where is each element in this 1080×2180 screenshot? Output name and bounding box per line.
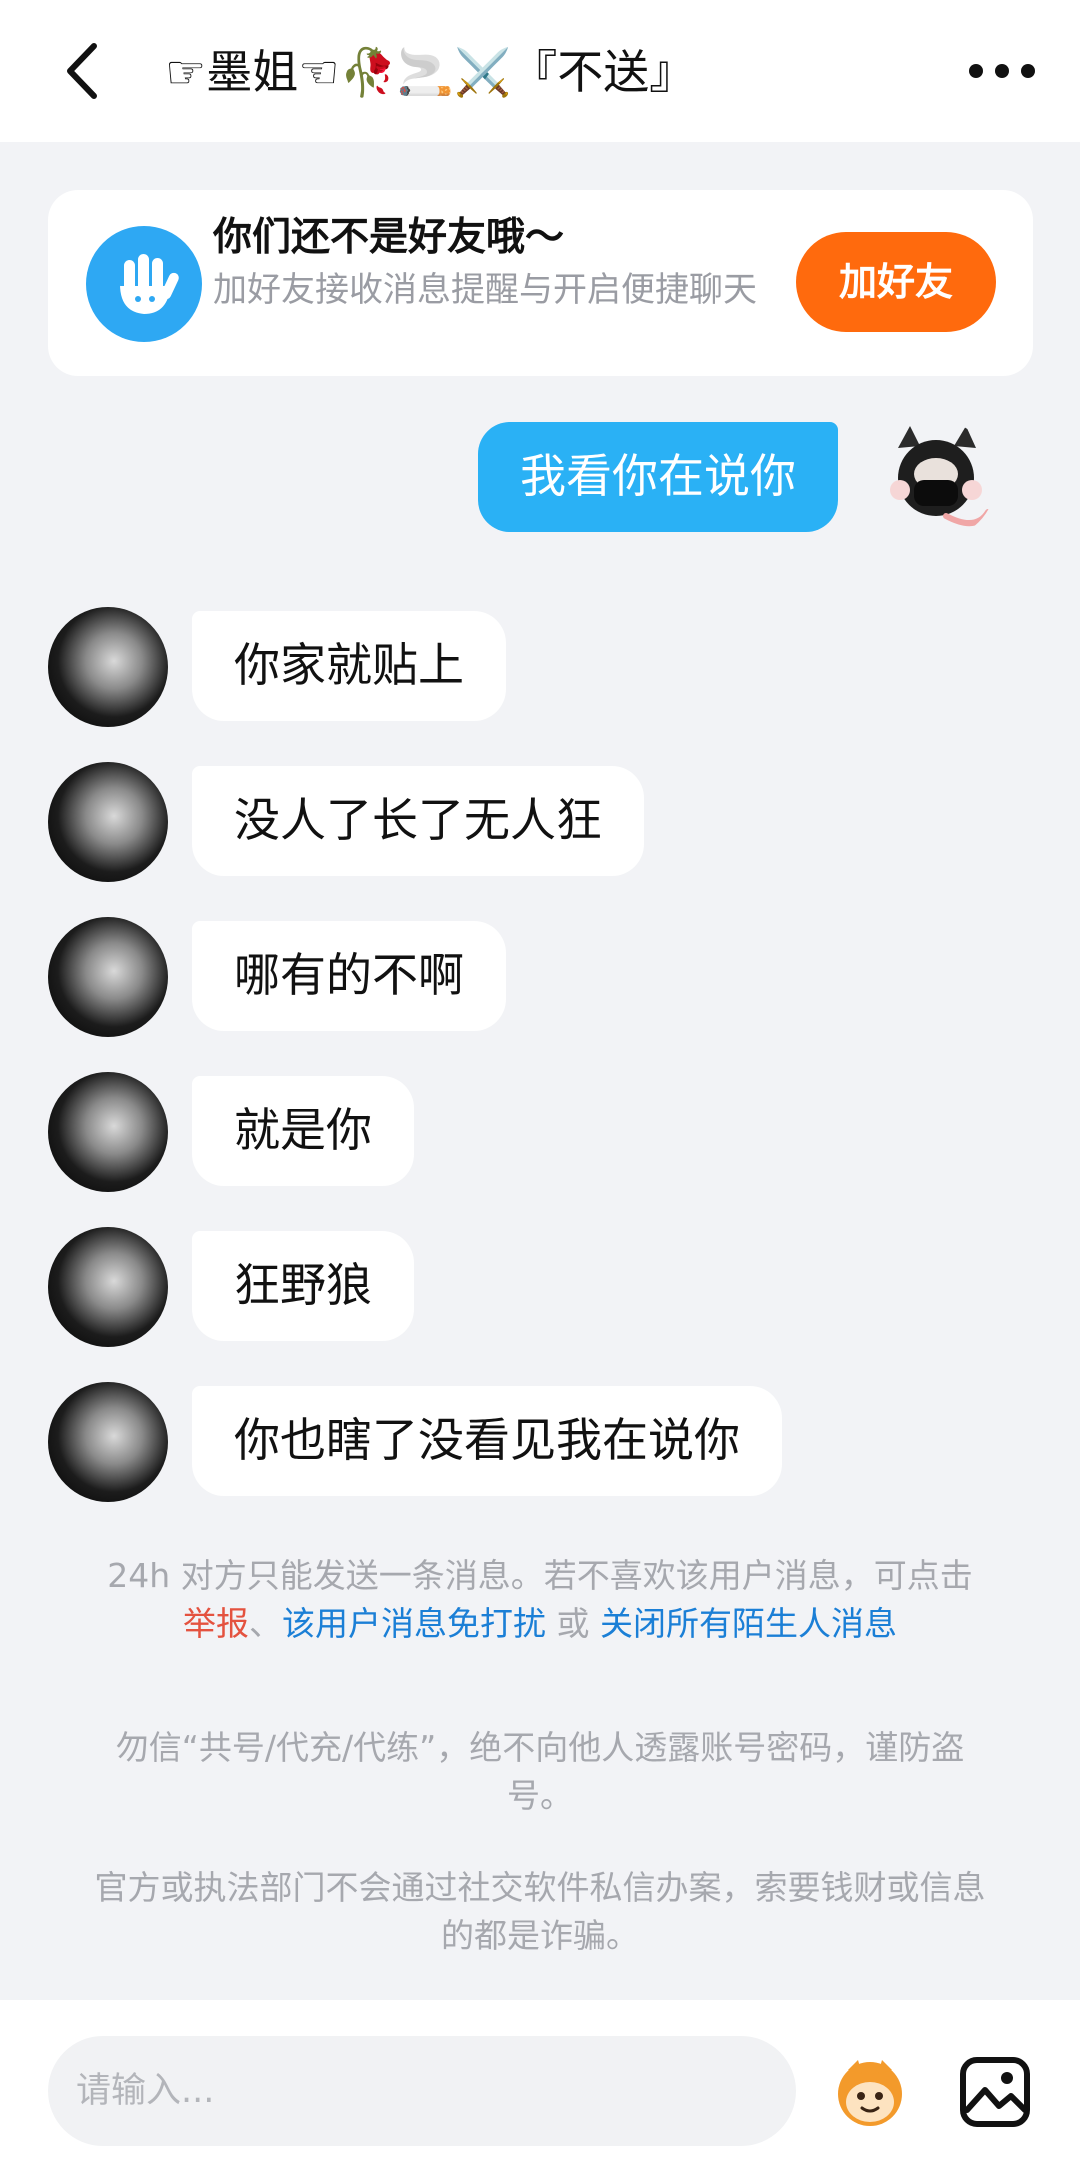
message-bubble-other[interactable]: 你也瞎了没看见我在说你 (192, 1386, 782, 1496)
report-link[interactable]: 举报 (183, 1604, 249, 1643)
add-friend-button[interactable]: 加好友 (796, 232, 996, 332)
back-button[interactable] (50, 36, 120, 106)
input-bar: 请输入... (0, 2000, 1080, 2180)
contact-avatar[interactable] (48, 607, 168, 727)
chat-header: ☞墨姐☜🥀🚬⚔️『不送』 (0, 0, 1080, 142)
fraud-warning-notice: 官方或执法部门不会通过社交软件私信办案，索要钱财或信息的都是诈骗。 (94, 1868, 986, 1955)
message-bubble-other[interactable]: 狂野狼 (192, 1231, 414, 1341)
message-bubble-other[interactable]: 哪有的不啊 (192, 921, 506, 1031)
message-bubble-other[interactable]: 就是你 (192, 1076, 414, 1186)
more-options-button[interactable] (962, 46, 1042, 96)
close-stranger-messages-link[interactable]: 关闭所有陌生人消息 (600, 1604, 897, 1643)
notice-separator: 、 (249, 1604, 282, 1643)
self-avatar[interactable] (876, 420, 996, 540)
message-input[interactable]: 请输入... (48, 2036, 796, 2146)
sticker-button[interactable] (830, 2052, 910, 2132)
contact-avatar[interactable] (48, 1227, 168, 1347)
image-button[interactable] (955, 2052, 1035, 2132)
sticker-face-icon (838, 2060, 902, 2126)
image-icon (960, 2057, 1030, 2127)
stranger-message-notice: 24h 对方只能发送一条消息。若不喜欢该用户消息，可点击 举报、该用户消息免打扰… (60, 1552, 1020, 1648)
contact-avatar[interactable] (48, 917, 168, 1037)
contact-avatar[interactable] (48, 762, 168, 882)
contact-avatar[interactable] (48, 1382, 168, 1502)
not-friend-banner: 你们还不是好友哦～ 加好友接收消息提醒与开启便捷聊天 加好友 (48, 190, 1033, 376)
chevron-left-icon (67, 43, 97, 99)
chat-title: ☞墨姐☜🥀🚬⚔️『不送』 (165, 45, 696, 99)
more-dots-icon (969, 64, 1035, 78)
mute-user-link[interactable]: 该用户消息免打扰 (282, 1604, 546, 1643)
account-safety-notice: 勿信“共号/代充/代练”，绝不向他人透露账号密码，谨防盗号。 (115, 1728, 965, 1815)
message-bubble-other[interactable]: 没人了长了无人狂 (192, 766, 644, 876)
message-bubble-self[interactable]: 我看你在说你 (478, 422, 838, 532)
banner-title: 你们还不是好友哦～ (213, 215, 565, 260)
notice-or: 或 (546, 1604, 600, 1643)
banner-subtitle: 加好友接收消息提醒与开启便捷聊天 (213, 270, 757, 310)
contact-avatar[interactable] (48, 1072, 168, 1192)
notice-text: 24h 对方只能发送一条消息。若不喜欢该用户消息，可点击 (107, 1556, 973, 1595)
wave-hand-icon (86, 226, 202, 342)
message-bubble-other[interactable]: 你家就贴上 (192, 611, 506, 721)
